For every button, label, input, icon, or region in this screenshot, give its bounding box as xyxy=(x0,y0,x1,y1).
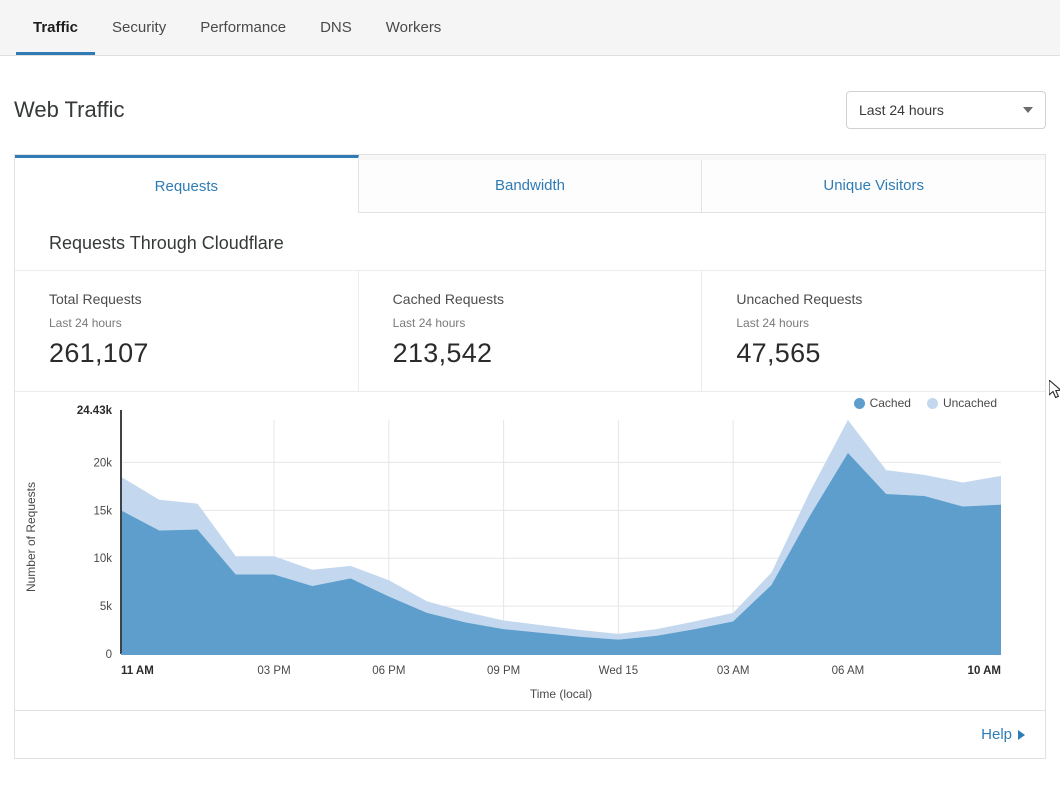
svg-text:0: 0 xyxy=(106,649,112,661)
metric-uncached-requests-value: 47,565 xyxy=(736,338,821,368)
nav-tab-dns[interactable]: DNS xyxy=(303,0,369,55)
tab-unique-visitors[interactable]: Unique Visitors xyxy=(702,160,1046,212)
metric-uncached-requests-label: Uncached Requests xyxy=(736,291,863,307)
help-link[interactable]: Help xyxy=(981,726,1025,743)
time-period-value: Last 24 hours xyxy=(859,102,944,118)
legend-label-uncached: Uncached xyxy=(942,396,997,410)
svg-text:03 AM: 03 AM xyxy=(717,665,750,677)
page-body: Web Traffic Last 24 hours Requests Bandw… xyxy=(0,56,1060,759)
chevron-down-icon xyxy=(1023,107,1033,113)
svg-text:10 AM: 10 AM xyxy=(968,665,1001,677)
tab-requests-label: Requests xyxy=(154,178,219,195)
nav-tab-workers-label: Workers xyxy=(385,19,442,36)
requests-area-chart: 0 5k 10k 15k 20k 24.43k Number of Requests 11 A… xyxy=(24,405,1001,701)
svg-text:10k: 10k xyxy=(93,553,112,565)
metric-total-requests: Total Requests Last 24 hours 261,107 xyxy=(15,271,359,391)
svg-text:11 AM: 11 AM xyxy=(121,665,154,677)
svg-text:5k: 5k xyxy=(100,601,112,613)
page-title: Web Traffic xyxy=(14,97,125,122)
metric-total-requests-value: 261,107 xyxy=(49,338,149,368)
legend-swatch-uncached xyxy=(926,397,938,409)
legend-swatch-cached xyxy=(853,397,865,409)
requests-chart-container: Cached Uncached 0 5k 10k 15k 20k 24.43k Number… xyxy=(15,392,1045,710)
metric-total-requests-period: Last 24 hours xyxy=(49,316,122,330)
chart-legend: Cached Uncached xyxy=(853,396,997,410)
page-header: Web Traffic Last 24 hours xyxy=(14,56,1046,154)
svg-text:06 PM: 06 PM xyxy=(372,665,405,677)
nav-tab-performance[interactable]: Performance xyxy=(183,0,303,55)
metric-summary-row: Total Requests Last 24 hours 261,107 Cac… xyxy=(15,270,1045,392)
svg-text:09 PM: 09 PM xyxy=(487,665,520,677)
web-traffic-card: Requests Bandwidth Unique Visitors Reque… xyxy=(14,154,1046,759)
metric-cached-requests: Cached Requests Last 24 hours 213,542 xyxy=(359,271,703,391)
metric-uncached-requests-period: Last 24 hours xyxy=(736,316,810,330)
time-period-select[interactable]: Last 24 hours xyxy=(846,91,1046,129)
primary-nav: Traffic Security Performance DNS Workers xyxy=(0,0,1060,56)
mouse-cursor xyxy=(1049,380,1060,399)
metric-total-requests-label: Total Requests xyxy=(49,291,142,307)
help-link-label: Help xyxy=(981,726,1012,743)
metric-cached-requests-value: 213,542 xyxy=(392,338,493,368)
metric-cached-requests-label: Cached Requests xyxy=(392,291,504,307)
svg-text:Time (local): Time (local) xyxy=(530,687,592,701)
tab-bandwidth[interactable]: Bandwidth xyxy=(358,160,703,212)
svg-text:20k: 20k xyxy=(93,457,112,469)
nav-tab-security-label: Security xyxy=(112,19,167,36)
svg-text:15k: 15k xyxy=(93,505,112,517)
arrow-right-icon xyxy=(1018,729,1025,740)
nav-tab-security[interactable]: Security xyxy=(95,0,183,55)
tab-requests[interactable]: Requests xyxy=(15,155,359,213)
metric-uncached-requests: Uncached Requests Last 24 hours 47,565 xyxy=(702,271,1045,391)
card-footer: Help xyxy=(15,710,1045,758)
nav-tab-performance-label: Performance xyxy=(200,19,287,36)
legend-item-cached[interactable]: Cached xyxy=(853,396,911,410)
tab-bandwidth-label: Bandwidth xyxy=(494,177,566,194)
svg-text:24.43k: 24.43k xyxy=(77,405,113,417)
legend-item-uncached[interactable]: Uncached xyxy=(926,396,997,410)
section-title: Requests Through Cloudflare xyxy=(49,233,284,253)
svg-text:Number of Requests: Number of Requests xyxy=(24,482,38,592)
nav-tab-workers[interactable]: Workers xyxy=(369,0,459,55)
nav-tab-traffic[interactable]: Traffic xyxy=(16,0,96,55)
legend-label-cached: Cached xyxy=(869,396,911,410)
tab-unique-visitors-label: Unique Visitors xyxy=(823,177,924,194)
svg-text:03 PM: 03 PM xyxy=(257,665,290,677)
nav-tab-dns-label: DNS xyxy=(320,19,352,36)
metric-cached-requests-period: Last 24 hours xyxy=(392,316,466,330)
nav-tab-traffic-label: Traffic xyxy=(33,19,79,36)
metric-tabs: Requests Bandwidth Unique Visitors xyxy=(15,155,1046,213)
svg-text:Wed 15: Wed 15 xyxy=(599,665,638,677)
svg-text:06 AM: 06 AM xyxy=(832,665,865,677)
